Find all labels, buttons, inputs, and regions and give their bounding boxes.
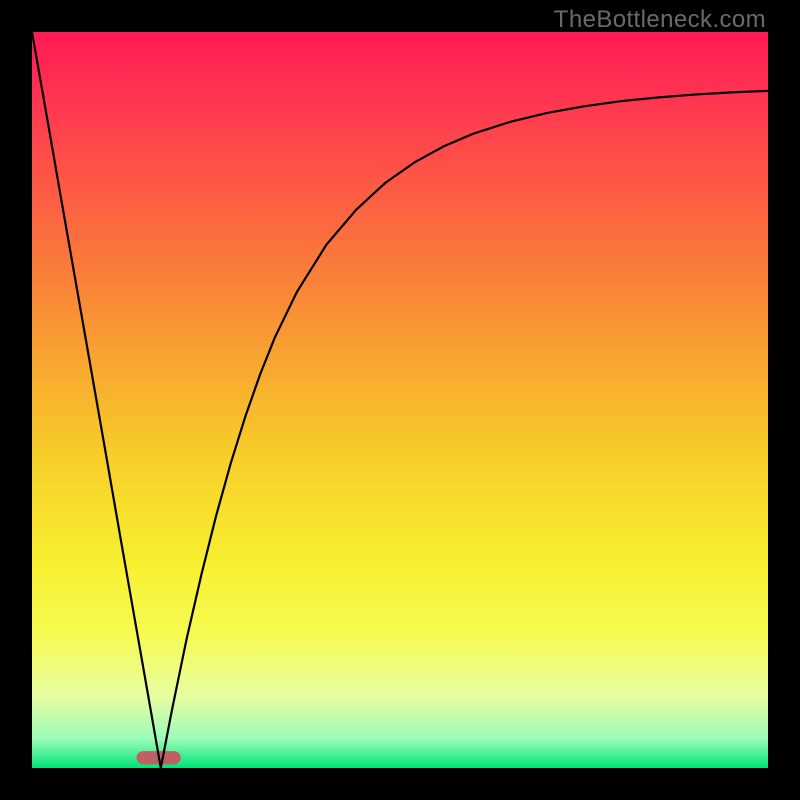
chart-svg [32, 32, 768, 768]
watermark-label: TheBottleneck.com [554, 6, 766, 34]
chart-frame [32, 32, 768, 768]
